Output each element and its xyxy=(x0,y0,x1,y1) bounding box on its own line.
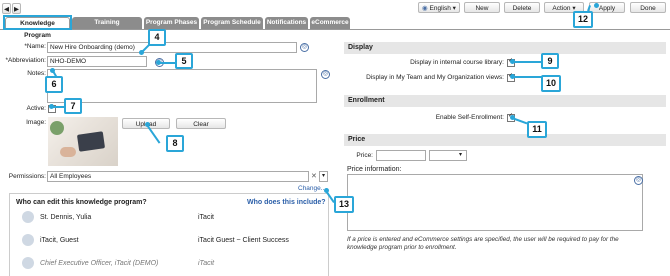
notes-textarea[interactable] xyxy=(47,69,317,103)
chevron-down-icon[interactable]: ▾ xyxy=(459,151,462,158)
callout-dot xyxy=(145,122,150,127)
callout-9: 9 xyxy=(541,53,559,69)
callout-5: 5 xyxy=(175,53,193,69)
callout-8: 8 xyxy=(166,135,184,152)
image-hand xyxy=(60,147,76,157)
language-select[interactable]: ◉ English ▾ xyxy=(418,2,460,13)
translate-icon[interactable]: ◎ xyxy=(300,43,309,52)
globe-icon: ◉ xyxy=(422,5,428,12)
avatar xyxy=(22,234,34,246)
price-section-header: Price xyxy=(344,134,666,146)
clear-button[interactable]: Clear xyxy=(176,118,226,129)
tab-program-schedule[interactable]: Program Schedule xyxy=(201,17,263,29)
program-image xyxy=(48,117,118,166)
permissions-select[interactable]: All Employees xyxy=(47,171,309,182)
display-section-header: Display xyxy=(344,42,666,54)
callout-line xyxy=(512,76,542,78)
enrollment-section-header: Enrollment xyxy=(344,95,666,107)
avatar xyxy=(22,211,34,223)
callout-dot xyxy=(510,59,515,64)
notes-label: Notes: xyxy=(27,70,46,77)
tab-highlight xyxy=(3,15,72,30)
editor-name: iTacit, Guest xyxy=(40,237,79,244)
internal-library-label: Display in internal course library: xyxy=(410,59,504,66)
callout-dot xyxy=(50,68,55,73)
name-field[interactable]: New Hire Onboarding (demo) xyxy=(47,42,297,53)
delete-button[interactable]: Delete xyxy=(504,2,540,13)
tab-baseline xyxy=(0,29,670,30)
permissions-label: Permissions: xyxy=(8,173,46,180)
price-input[interactable] xyxy=(376,150,426,161)
image-plant xyxy=(50,121,64,135)
callout-13: 13 xyxy=(334,196,354,213)
tab-program-phases[interactable]: Program Phases xyxy=(144,17,199,29)
abbreviation-label: *Abbreviation: xyxy=(5,57,46,64)
change-permissions-link[interactable]: Change... xyxy=(298,185,326,192)
price-info-textarea[interactable] xyxy=(347,174,643,231)
callout-7: 7 xyxy=(64,98,82,114)
editor-name: St. Dennis, Yulia xyxy=(40,214,92,221)
callout-dot xyxy=(510,74,515,79)
callout-dot xyxy=(156,60,161,65)
editors-header-left: Who can edit this knowledge program? xyxy=(16,199,147,206)
editor-include: iTacit Guest ~ Client Success xyxy=(198,237,289,244)
callout-4: 4 xyxy=(148,29,166,46)
price-note: If a price is entered and eCommerce sett… xyxy=(347,236,619,251)
price-label: Price: xyxy=(356,152,373,159)
callout-dot xyxy=(594,3,599,8)
price-info-label: Price information: xyxy=(347,166,402,173)
callout-line xyxy=(512,61,542,63)
translate-icon[interactable]: ◎ xyxy=(321,70,330,79)
editor-include: iTacit xyxy=(198,214,214,221)
callout-10: 10 xyxy=(541,75,561,92)
active-label: Active: xyxy=(26,105,46,112)
editor-name: Chief Executive Officer, iTacit (DEMO) xyxy=(40,260,159,267)
callout-dot xyxy=(49,104,54,109)
image-laptop xyxy=(76,131,106,152)
image-label: Image: xyxy=(26,119,46,126)
callout-dot xyxy=(510,115,515,120)
new-button[interactable]: New xyxy=(464,2,500,13)
team-views-label: Display in My Team and My Organization v… xyxy=(366,74,504,81)
translate-icon[interactable]: ◎ xyxy=(634,176,643,185)
chevron-down-icon[interactable]: ▾ xyxy=(319,171,328,182)
avatar xyxy=(22,257,34,269)
tab-notifications[interactable]: Notifications xyxy=(265,17,308,29)
permissions-clear-icon[interactable]: ✕ xyxy=(311,172,317,180)
name-label: *Name: xyxy=(24,43,46,50)
forward-arrow-button[interactable]: ▶ xyxy=(12,3,21,14)
callout-dot xyxy=(324,188,329,193)
back-arrow-button[interactable]: ◀ xyxy=(2,3,11,14)
callout-6: 6 xyxy=(45,76,63,93)
tab-ecommerce[interactable]: eCommerce xyxy=(310,17,350,29)
callout-dot xyxy=(139,50,144,55)
abbreviation-field[interactable]: NHO-DEMO xyxy=(47,56,147,67)
chevron-down-icon: ▾ xyxy=(452,5,456,12)
callout-11: 11 xyxy=(527,121,547,138)
done-button[interactable]: Done xyxy=(630,2,666,13)
editors-header-right: Who does this include? xyxy=(247,199,326,206)
callout-12: 12 xyxy=(573,11,593,28)
editor-include: iTacit xyxy=(198,260,215,267)
self-enroll-label: Enable Self-Enrollment: xyxy=(435,114,504,121)
tab-training-requirements[interactable]: Training Requirements xyxy=(72,17,142,38)
